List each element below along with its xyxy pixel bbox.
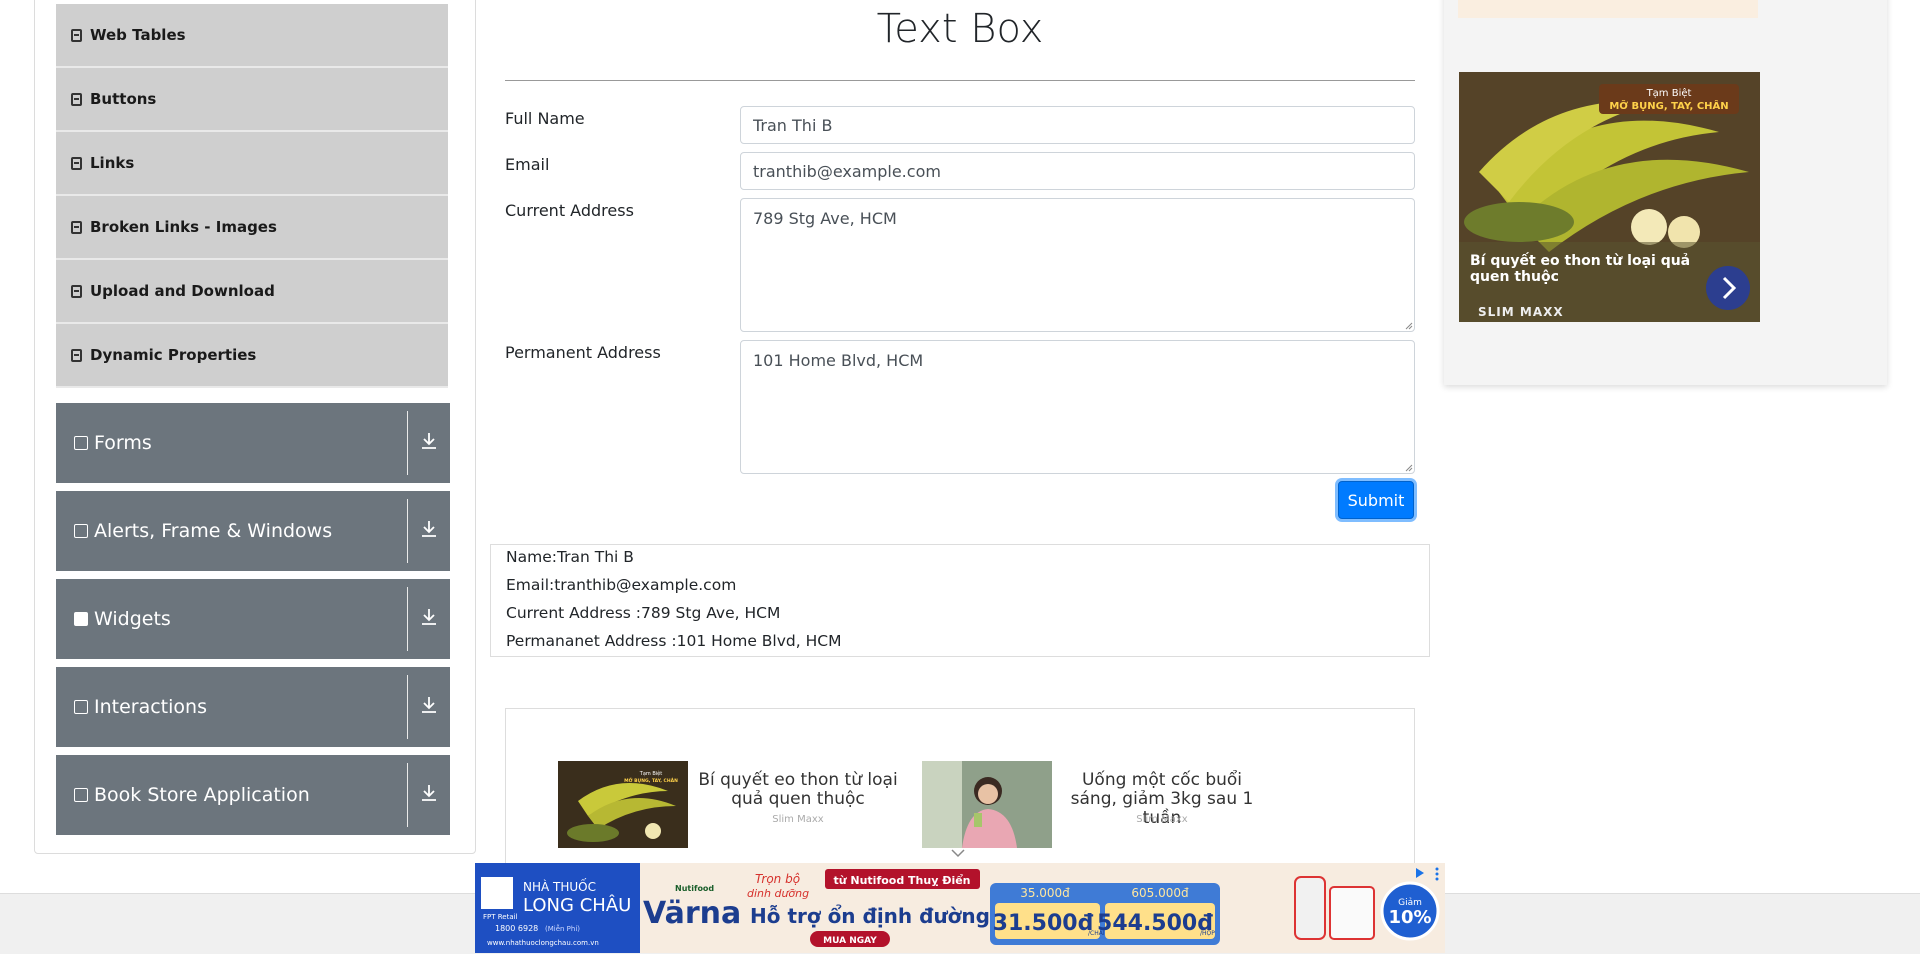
next-arrow-icon[interactable]: [1706, 266, 1750, 310]
right-ad-text: Bí quyết eo thon từ loại quả quen thuộc: [1470, 253, 1691, 285]
sidebar-item-label: Links: [90, 154, 135, 172]
current-address-label: Current Address: [505, 201, 634, 220]
promo-title: Bí quyết eo thon từ loại quả quen thuộc: [698, 770, 898, 809]
group-forms[interactable]: Forms: [56, 403, 450, 483]
ad-badge-2: MỠ BỤNG, TAY, CHÂN: [1609, 99, 1728, 112]
banner-phone-note: (Miễn Phí): [545, 924, 580, 933]
full-name-label: Full Name: [505, 109, 585, 128]
title-divider: [505, 80, 1415, 81]
banana-thumbnail: Tạm Biệt MỠ BỤNG, TAY, CHÂN: [558, 761, 688, 848]
thumb-caption-1: Tạm Biệt: [639, 770, 662, 777]
full-name-input[interactable]: [740, 106, 1415, 144]
resize-grip-icon[interactable]: [1405, 322, 1413, 330]
banner-old-price-2: 605.000đ: [1131, 886, 1189, 900]
form-icon: [74, 436, 88, 450]
group-label: Widgets: [94, 608, 171, 630]
promo-card[interactable]: Tạm Biệt MỠ BỤNG, TAY, CHÂN Bí quyết eo …: [558, 761, 898, 849]
group-label: Alerts, Frame & Windows: [94, 520, 333, 542]
document-icon: [71, 92, 82, 106]
document-icon: [71, 28, 82, 42]
output-current-address: Current Address :789 Stg Ave, HCM: [506, 604, 781, 622]
group-alerts-frame-windows[interactable]: Alerts, Frame & Windows: [56, 491, 450, 571]
ad-menu-icon[interactable]: [1435, 867, 1439, 871]
banner-tagline1: Trọn bộ: [755, 872, 800, 886]
group-label: Interactions: [94, 696, 207, 718]
permanent-address-label: Permanent Address: [505, 343, 661, 362]
resize-grip-icon[interactable]: [1405, 464, 1413, 472]
right-ad-top-strip: [1458, 0, 1758, 18]
window-icon: [74, 524, 88, 538]
promo-card[interactable]: Uống một cốc buổi sáng, giảm 3kg sau 1 t…: [922, 761, 1262, 849]
banner-phone: 1800 6928: [495, 924, 538, 933]
document-icon: [71, 348, 82, 362]
divider: [407, 411, 408, 475]
output-email: Email:tranthib@example.com: [506, 576, 737, 594]
submit-button[interactable]: Submit: [1338, 481, 1414, 519]
thumb-caption-2: MỠ BỤNG, TAY, CHÂN: [624, 777, 678, 784]
banner-store-line1: NHÀ THUỐC: [523, 878, 596, 894]
book-icon: [74, 788, 88, 802]
right-ad-brand: SLIM MAXX: [1478, 305, 1564, 319]
sidebar-item-broken-links[interactable]: Broken Links - Images: [56, 196, 448, 260]
sidebar-item-label: Web Tables: [90, 26, 186, 44]
output-box: Name:Tran Thi B Email:tranthib@example.c…: [490, 544, 1430, 657]
banner-price-1: 31.500đ: [993, 911, 1094, 936]
group-interactions[interactable]: Interactions: [56, 667, 450, 747]
banner-discount: 10%: [1388, 907, 1431, 928]
sidebar-item-label: Dynamic Properties: [90, 346, 257, 364]
bottom-banner-ad[interactable]: FPT Retail NHÀ THUỐC LONG CHÂU 1800 6928…: [475, 863, 1445, 953]
sidebar-item-label: Upload and Download: [90, 282, 275, 300]
woman-drink-thumbnail: [922, 761, 1052, 848]
page-title: Text Box: [876, 6, 1044, 52]
banner-cta: MUA NGAY: [823, 936, 877, 946]
document-icon: [71, 220, 82, 234]
email-input[interactable]: [740, 152, 1415, 190]
banner-maker: Nutifood: [675, 884, 714, 893]
document-icon: [71, 156, 82, 170]
banner-price-2: 544.500đ: [1097, 911, 1213, 936]
group-label: Forms: [94, 432, 152, 454]
banner-url: www.nhathuoclongchau.com.vn: [487, 939, 599, 947]
download-arrow-icon: [422, 609, 436, 625]
chevron-down-icon[interactable]: [950, 848, 966, 858]
output-permanent-address: Permananet Address :101 Home Blvd, HCM: [506, 632, 842, 650]
download-arrow-icon: [422, 785, 436, 801]
download-arrow-icon: [422, 433, 436, 449]
widgets-icon: [74, 612, 88, 626]
divider: [407, 763, 408, 827]
interactions-icon: [74, 700, 88, 714]
sidebar-item-links[interactable]: Links: [56, 132, 448, 196]
banner-product: Värna: [643, 896, 741, 931]
divider: [407, 499, 408, 563]
divider: [407, 587, 408, 651]
output-name: Name:Tran Thi B: [506, 548, 634, 566]
current-address-textarea[interactable]: 789 Stg Ave, HCM: [740, 198, 1415, 332]
permanent-address-textarea[interactable]: 101 Home Blvd, HCM: [740, 340, 1415, 474]
divider: [407, 675, 408, 739]
sidebar-item-label: Broken Links - Images: [90, 218, 277, 236]
promo-source: Slim Maxx: [772, 814, 824, 825]
group-widgets[interactable]: Widgets: [56, 579, 450, 659]
document-icon: [71, 284, 82, 298]
banner-old-price-1: 35.000đ: [1020, 886, 1070, 900]
sidebar-item-dynamic-properties[interactable]: Dynamic Properties: [56, 324, 448, 388]
promo-source: Slim Maxx: [1136, 814, 1188, 825]
download-arrow-icon: [422, 697, 436, 713]
group-book-store[interactable]: Book Store Application: [56, 755, 450, 835]
sidebar-item-web-tables[interactable]: Web Tables: [56, 4, 448, 68]
download-arrow-icon: [422, 521, 436, 537]
banner-retail: FPT Retail: [483, 913, 518, 921]
sidebar-item-upload-download[interactable]: Upload and Download: [56, 260, 448, 324]
banner-origin: từ Nutifood Thuỵ Điển: [833, 874, 970, 887]
email-label: Email: [505, 155, 550, 174]
ad-badge-1: Tạm Biệt: [1646, 87, 1692, 99]
banner-tagline2: dinh dưỡng: [747, 887, 809, 900]
sidebar-item-label: Buttons: [90, 90, 157, 108]
banner-store-line2: LONG CHÂU: [523, 894, 631, 916]
group-label: Book Store Application: [94, 784, 310, 806]
sidebar-item-buttons[interactable]: Buttons: [56, 68, 448, 132]
banner-unit-2: /HỘP: [1200, 930, 1215, 937]
